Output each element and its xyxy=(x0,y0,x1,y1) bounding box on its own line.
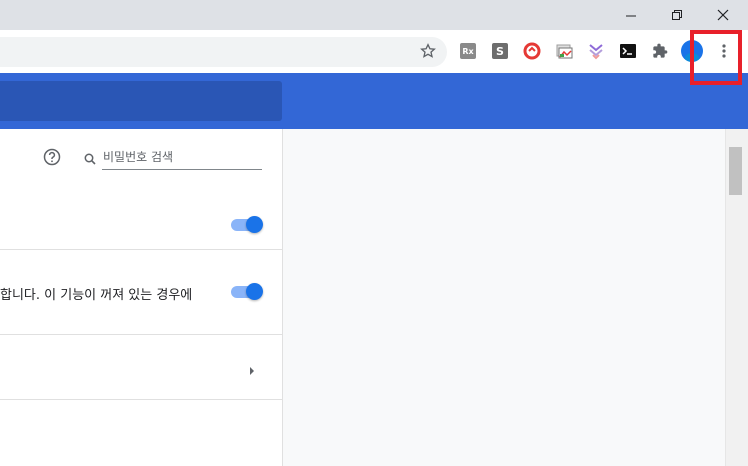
scrollbar-thumb[interactable] xyxy=(729,147,742,195)
close-button[interactable] xyxy=(700,0,746,30)
help-circle-icon xyxy=(43,148,61,166)
extensions-button[interactable] xyxy=(650,41,670,61)
rx-icon: Rx xyxy=(460,43,476,59)
offer-to-save-toggle[interactable] xyxy=(231,216,263,234)
row-divider xyxy=(0,399,282,400)
s-icon: S xyxy=(492,43,508,59)
red-circle-icon xyxy=(523,42,541,60)
extension-purple-button[interactable] xyxy=(586,41,606,61)
extension-s-button[interactable]: S xyxy=(490,41,510,61)
bookmark-star-button[interactable] xyxy=(418,41,438,61)
close-icon xyxy=(717,9,729,21)
scrollbar[interactable] xyxy=(725,129,748,466)
puzzle-icon xyxy=(653,43,668,58)
auto-signin-toggle[interactable] xyxy=(231,283,263,301)
extension-rx-button[interactable]: Rx xyxy=(458,41,478,61)
address-bar[interactable] xyxy=(0,37,447,67)
menu-highlight-box xyxy=(690,30,742,85)
settings-search-box[interactable] xyxy=(0,81,282,121)
auto-signin-description: 합니다. 이 기능이 꺼져 있는 경우에 xyxy=(0,288,193,303)
search-icon xyxy=(84,150,96,165)
page-background xyxy=(282,129,725,466)
star-icon xyxy=(420,43,436,58)
extension-terminal-button[interactable] xyxy=(618,41,638,61)
restore-button[interactable] xyxy=(654,0,700,30)
title-bar xyxy=(0,0,748,30)
row-divider xyxy=(0,334,282,335)
password-search-input[interactable]: 비밀번호 검색 xyxy=(103,148,173,165)
terminal-icon xyxy=(620,44,636,58)
restore-icon xyxy=(672,10,682,20)
chevrons-icon xyxy=(589,44,603,60)
row-divider xyxy=(0,249,282,250)
extension-image-button[interactable] xyxy=(554,41,574,61)
minimize-button[interactable] xyxy=(608,0,654,30)
password-search-underline xyxy=(102,169,262,170)
chevron-right-icon[interactable] xyxy=(248,361,256,375)
browser-toolbar: Rx S xyxy=(0,30,748,73)
minimize-icon xyxy=(626,15,636,17)
help-button[interactable] xyxy=(43,148,61,166)
image-icon xyxy=(556,44,573,59)
extension-red-button[interactable] xyxy=(522,41,542,61)
